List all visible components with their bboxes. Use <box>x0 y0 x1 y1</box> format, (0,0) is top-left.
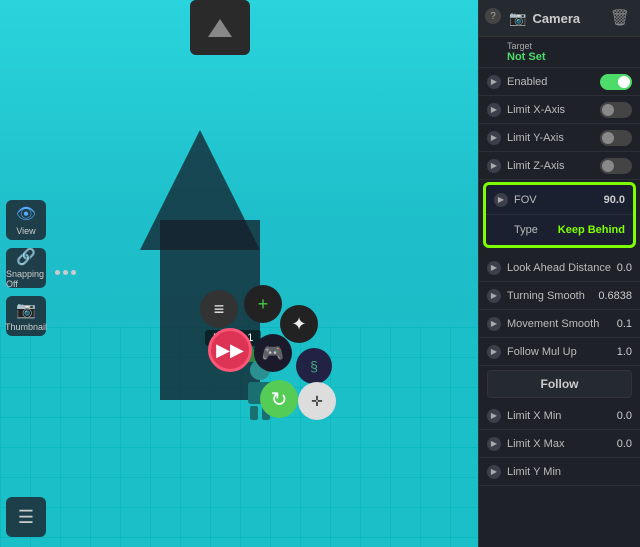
look-ahead-property: ▶ Look Ahead Distance 0.0 <box>479 254 640 282</box>
char-button[interactable]: 🎮 <box>254 334 292 372</box>
limit-y-label: Limit Y-Axis <box>507 132 600 144</box>
type-label: Type <box>494 224 558 236</box>
movement-smooth-value: 0.1 <box>617 318 632 330</box>
expand-limitx[interactable]: ▶ <box>487 103 501 117</box>
thumbnail-label: Thumbnail <box>5 322 47 332</box>
right-panel: ? 📷 Camera 🗑 Target Not Set ▶ Enabled ▶ … <box>478 0 640 547</box>
limit-x-toggle[interactable] <box>600 102 632 118</box>
fov-property: ▶ FOV 90.0 <box>486 185 633 215</box>
limit-z-toggle[interactable] <box>600 158 632 174</box>
enabled-property: ▶ Enabled <box>479 68 640 96</box>
spiral-button[interactable]: § <box>296 348 332 384</box>
enabled-toggle[interactable] <box>600 74 632 90</box>
limit-x-max-label: Limit X Max <box>507 438 617 450</box>
look-ahead-value: 0.0 <box>617 262 632 274</box>
limit-x-min-property: ▶ Limit X Min 0.0 <box>479 402 640 430</box>
expand-xmax[interactable]: ▶ <box>487 437 501 451</box>
expand-turning[interactable]: ▶ <box>487 289 501 303</box>
look-ahead-label: Look Ahead Distance <box>507 262 617 274</box>
target-value[interactable]: Not Set <box>507 51 546 63</box>
movement-smooth-label: Movement Smooth <box>507 318 617 330</box>
menu-icon: ☰ <box>18 507 34 528</box>
expand-enabled[interactable]: ▶ <box>487 75 501 89</box>
dot <box>71 270 76 275</box>
move-button[interactable]: ✛ <box>298 382 336 420</box>
view-button[interactable]: 👁 View <box>6 200 46 240</box>
expand-xmin[interactable]: ▶ <box>487 409 501 423</box>
3d-viewport: Player 1 ≡ + ✦ ▶▶ 🎮 § ↻ ✛ 👁 View 🔗 Snapp… <box>0 0 478 547</box>
dot <box>63 270 68 275</box>
char-leg-left <box>250 406 258 420</box>
bio-button[interactable]: ✦ <box>280 305 318 343</box>
left-toolbar: 👁 View 🔗 Snapping Off 📷 Thumbnail <box>6 200 46 336</box>
camera-icon: 📷 <box>509 10 526 27</box>
limit-x-axis-property: ▶ Limit X-Axis <box>479 96 640 124</box>
limit-z-axis-property: ▶ Limit Z-Axis <box>479 152 640 180</box>
panel-title-group: 📷 Camera <box>509 10 580 27</box>
fov-label: FOV <box>514 194 604 206</box>
type-value[interactable]: Keep Behind <box>558 224 625 236</box>
expand-lookahead[interactable]: ▶ <box>487 261 501 275</box>
refresh-button[interactable]: ↻ <box>260 380 298 418</box>
snapping-button[interactable]: 🔗 Snapping Off <box>6 248 46 288</box>
turning-smooth-label: Turning Smooth <box>507 290 598 302</box>
enabled-label: Enabled <box>507 76 600 88</box>
eye-icon: 👁 <box>16 204 36 224</box>
panel-header: ? 📷 Camera 🗑 <box>479 0 640 37</box>
thumbnail-button[interactable]: 📷 Thumbnail <box>6 296 46 336</box>
limit-y-min-property: ▶ Limit Y Min <box>479 458 640 486</box>
view-label: View <box>16 226 35 236</box>
limit-y-toggle[interactable] <box>600 130 632 146</box>
type-property: Type Keep Behind <box>486 215 633 245</box>
add-button[interactable]: + <box>244 285 282 323</box>
target-property: Target Not Set <box>479 37 640 68</box>
limit-x-label: Limit X-Axis <box>507 104 600 116</box>
snapping-label: Snapping Off <box>6 269 46 289</box>
limit-y-min-label: Limit Y Min <box>507 466 632 478</box>
lower-properties: ▶ Look Ahead Distance 0.0 ▶ Turning Smoo… <box>479 250 640 490</box>
menu-button[interactable]: ≡ <box>200 290 238 328</box>
follow-mul-up-label: Follow Mul Up <box>507 346 617 358</box>
follow-mul-up-property: ▶ Follow Mul Up 1.0 <box>479 338 640 366</box>
delete-button[interactable]: 🗑 <box>610 8 630 28</box>
expand-followmul[interactable]: ▶ <box>487 345 501 359</box>
limit-x-max-value: 0.0 <box>617 438 632 450</box>
question-icon[interactable]: ? <box>485 8 501 24</box>
follow-row: Follow <box>487 370 632 398</box>
expand-fov[interactable]: ▶ <box>494 193 508 207</box>
bottom-left-button[interactable]: ☰ <box>6 497 46 537</box>
limit-z-label: Limit Z-Axis <box>507 160 600 172</box>
limit-x-max-property: ▶ Limit X Max 0.0 <box>479 430 640 458</box>
expand-limity[interactable]: ▶ <box>487 131 501 145</box>
turning-smooth-value: 0.6838 <box>598 290 632 302</box>
fov-value[interactable]: 90.0 <box>604 194 625 206</box>
limit-x-min-label: Limit X Min <box>507 410 617 422</box>
highlight-box: ▶ FOV 90.0 Type Keep Behind <box>483 182 636 248</box>
snapping-icon: 🔗 <box>16 247 36 267</box>
three-dots <box>55 270 76 275</box>
expand-limitz[interactable]: ▶ <box>487 159 501 173</box>
arrow-icon <box>208 19 232 37</box>
expand-movement[interactable]: ▶ <box>487 317 501 331</box>
movement-smooth-property: ▶ Movement Smooth 0.1 <box>479 310 640 338</box>
follow-label[interactable]: Follow <box>541 377 579 391</box>
dot <box>55 270 60 275</box>
target-label: Target <box>507 41 532 51</box>
follow-mul-up-value: 1.0 <box>617 346 632 358</box>
top-object <box>190 0 250 55</box>
panel-title: Camera <box>532 11 580 26</box>
limit-x-min-value: 0.0 <box>617 410 632 422</box>
turning-smooth-property: ▶ Turning Smooth 0.6838 <box>479 282 640 310</box>
expand-ymin[interactable]: ▶ <box>487 465 501 479</box>
limit-y-axis-property: ▶ Limit Y-Axis <box>479 124 640 152</box>
thumbnail-icon: 📷 <box>16 300 36 320</box>
camera-button[interactable]: ▶▶ <box>208 328 252 372</box>
